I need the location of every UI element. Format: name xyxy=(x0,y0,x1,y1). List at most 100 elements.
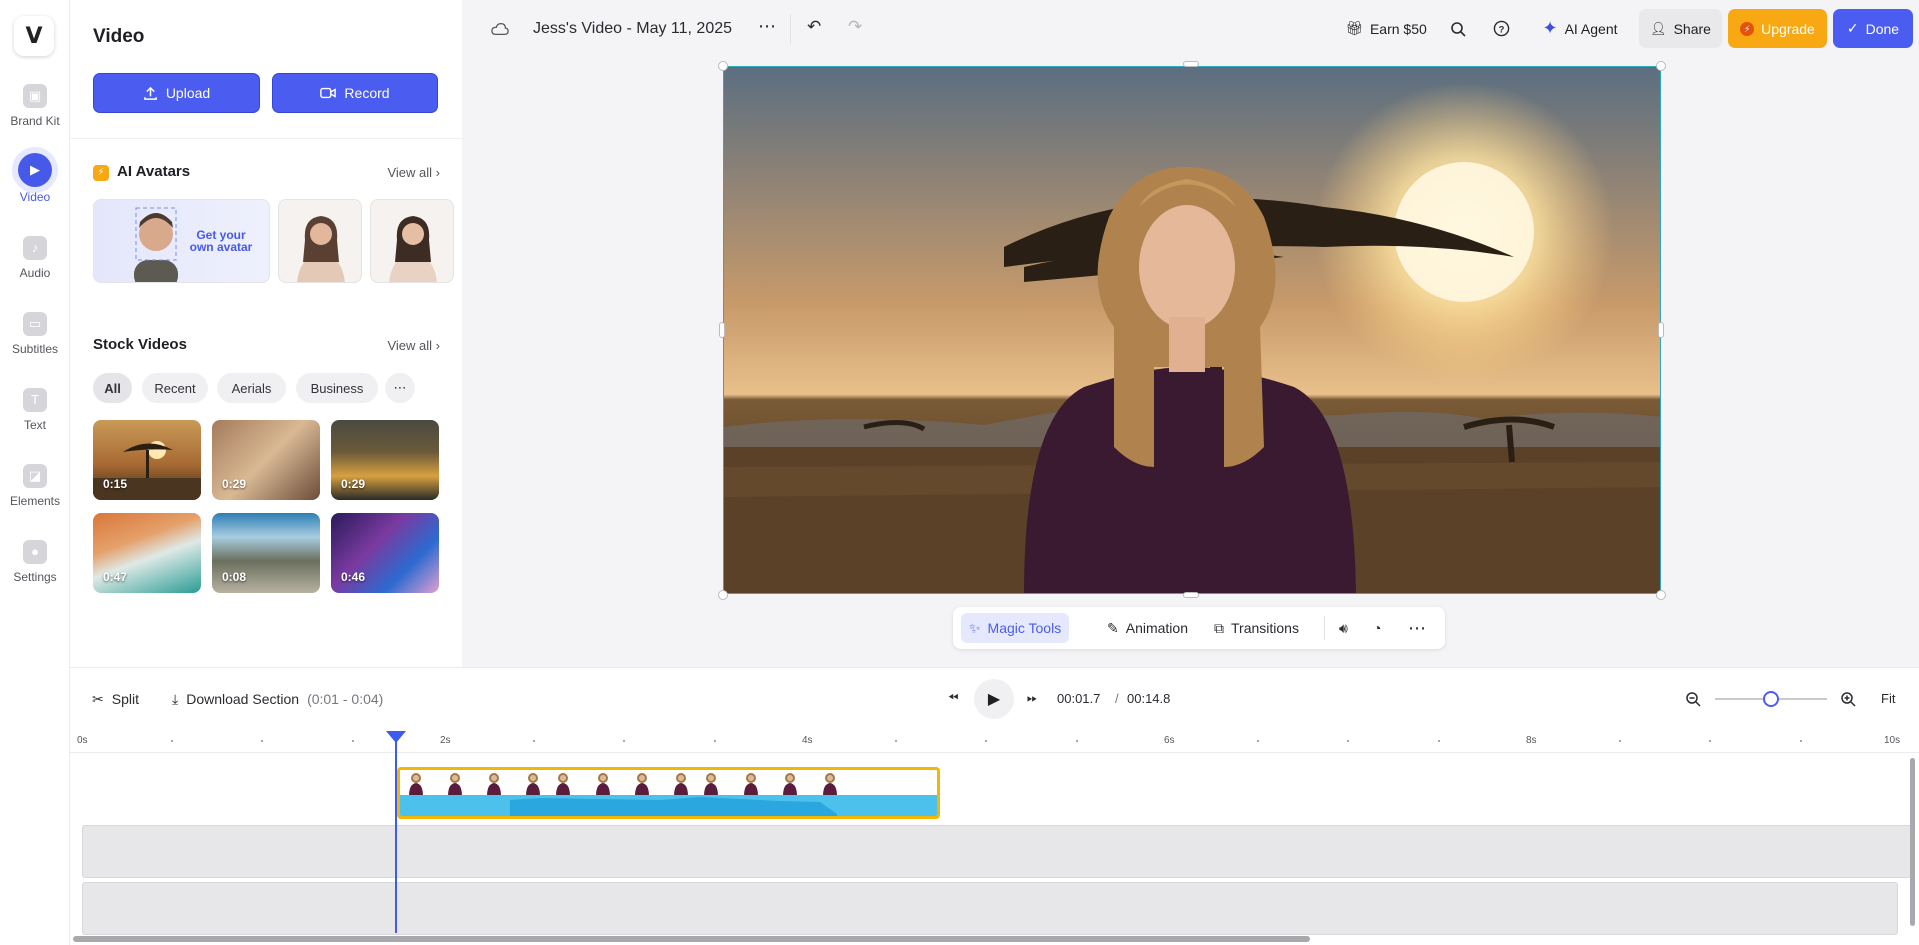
ai-avatars-title: ⚡ AI Avatars xyxy=(93,163,190,181)
magic-tools-button[interactable]: ✨︎ Magic Tools xyxy=(961,613,1070,643)
get-own-avatar-card[interactable]: Get your own avatar xyxy=(93,199,270,283)
sparkle-icon: ✦ xyxy=(1542,18,1558,38)
ruler-label: 0s xyxy=(77,735,88,746)
video-duration: 0:15 xyxy=(103,477,128,491)
divider xyxy=(1324,616,1325,640)
animation-button[interactable]: ✎ Animation xyxy=(1099,613,1196,643)
resize-handle[interactable] xyxy=(1658,322,1664,338)
empty-track[interactable] xyxy=(82,825,1912,878)
ruler-tick xyxy=(713,740,716,742)
filter-chip-all[interactable]: All xyxy=(93,373,132,403)
vertical-scrollbar[interactable] xyxy=(1910,758,1915,926)
avatar-image xyxy=(297,216,345,282)
rail-item-elements[interactable]: ◪ Elements xyxy=(0,464,70,508)
stock-video-thumb[interactable]: 0:46 xyxy=(331,513,439,593)
resize-handle[interactable] xyxy=(1656,61,1666,71)
record-button[interactable]: Record xyxy=(272,73,438,113)
split-label: Split xyxy=(111,691,139,707)
redo-icon[interactable]: ↷ xyxy=(848,17,862,37)
stock-video-thumb[interactable]: 0:15 xyxy=(93,420,201,500)
rail-item-label: Audio xyxy=(19,266,51,280)
ai-avatars-view-all[interactable]: View all › xyxy=(387,165,440,180)
zoom-slider[interactable] xyxy=(1715,691,1827,707)
top-bar: Jess's Video - May 11, 2025 ⋯ ↶ ↷ 🎁︎ Ear… xyxy=(462,0,1919,58)
cloud-saved-icon[interactable] xyxy=(491,22,509,36)
rail-item-audio[interactable]: ♪ Audio xyxy=(0,236,70,280)
volume-icon[interactable]: 🔊︎ xyxy=(1331,613,1356,643)
zoom-out-icon[interactable] xyxy=(1685,691,1701,707)
own-avatar-text: Get your own avatar xyxy=(189,228,253,254)
settings-icon: ● xyxy=(23,540,47,564)
empty-track[interactable] xyxy=(82,882,1898,935)
transitions-button[interactable]: ⧉ Transitions xyxy=(1206,613,1307,643)
fast-forward-icon[interactable]: ⏩︎ xyxy=(1027,690,1037,706)
video-canvas[interactable] xyxy=(723,66,1661,594)
ai-avatars-badge-icon: ⚡ xyxy=(93,165,109,181)
resize-handle[interactable] xyxy=(719,322,725,338)
ruler-tick xyxy=(1709,740,1711,742)
filter-chip-business[interactable]: Business xyxy=(296,373,378,403)
help-icon[interactable]: ? xyxy=(1493,20,1510,37)
ruler-tick xyxy=(1256,740,1259,742)
more-options-icon[interactable]: ⋯ xyxy=(758,16,776,37)
rail-item-label: Video xyxy=(19,190,51,204)
playhead[interactable] xyxy=(395,733,397,933)
subtitles-icon: ▭ xyxy=(23,312,47,336)
rewind-icon[interactable]: ⏪︎ xyxy=(948,690,958,706)
stock-video-thumb[interactable]: 0:08 xyxy=(212,513,320,593)
undo-icon[interactable]: ↶ xyxy=(807,17,821,37)
resize-handle[interactable] xyxy=(718,590,728,600)
speed-icon[interactable]: ◔ xyxy=(1365,613,1389,643)
zoom-slider-thumb[interactable] xyxy=(1763,691,1779,707)
timeline: ✂ Split ⤓ Download Section (0:01 - 0:04)… xyxy=(70,667,1919,945)
rail-item-subtitles[interactable]: ▭ Subtitles xyxy=(0,312,70,356)
ruler-tick xyxy=(1437,740,1440,742)
rail-item-brand-kit[interactable]: ▣ Brand Kit xyxy=(0,84,70,128)
search-icon[interactable] xyxy=(1450,21,1466,37)
avatar-card[interactable] xyxy=(370,199,454,283)
rail-item-text[interactable]: T Text xyxy=(0,388,70,432)
fit-button[interactable]: Fit xyxy=(1881,691,1895,706)
stock-video-thumb[interactable]: 0:47 xyxy=(93,513,201,593)
rail-item-label: Text xyxy=(23,418,46,432)
document-title[interactable]: Jess's Video - May 11, 2025 xyxy=(533,20,732,38)
stock-videos-view-all[interactable]: View all › xyxy=(387,338,440,353)
upload-button[interactable]: Upload xyxy=(93,73,260,113)
resize-handle[interactable] xyxy=(718,61,728,71)
upgrade-button[interactable]: ⚡ Upgrade xyxy=(1728,9,1827,48)
download-section-button[interactable]: ⤓ Download Section (0:01 - 0:04) xyxy=(172,691,383,708)
more-options-icon[interactable]: ⋯ xyxy=(1400,613,1434,643)
ai-agent-label: AI Agent xyxy=(1564,20,1618,37)
more-filters-button[interactable]: ⋯ xyxy=(385,373,415,403)
ai-agent-button[interactable]: ✦ AI Agent xyxy=(1534,9,1626,48)
avatar-card[interactable] xyxy=(278,199,362,283)
split-button[interactable]: ✂ Split xyxy=(92,691,139,708)
resize-handle[interactable] xyxy=(1183,61,1199,67)
current-time: 00:01.7 xyxy=(1057,691,1101,706)
rail-item-video[interactable]: ▶ Video xyxy=(0,153,70,204)
resize-handle[interactable] xyxy=(1183,592,1199,598)
zoom-in-icon[interactable] xyxy=(1840,691,1856,707)
ruler-tick xyxy=(894,740,897,742)
video-frame-image xyxy=(724,67,1660,593)
filter-chip-aerials[interactable]: Aerials xyxy=(217,373,286,403)
animation-icon: ✎ xyxy=(1107,619,1119,636)
play-button[interactable]: ▶ xyxy=(974,679,1014,719)
time-separator: / xyxy=(1115,691,1119,706)
elements-icon: ◪ xyxy=(23,464,47,488)
ruler-tick xyxy=(1347,740,1349,742)
avatar-image xyxy=(389,216,437,282)
earn-button[interactable]: 🎁︎ Earn $50 xyxy=(1342,9,1430,48)
stock-video-thumb[interactable]: 0:29 xyxy=(331,420,439,500)
share-button[interactable]: 👤︎ Share xyxy=(1639,9,1722,48)
video-clip[interactable] xyxy=(397,767,940,819)
filter-chip-recent[interactable]: Recent xyxy=(142,373,208,403)
stock-video-thumb[interactable]: 0:29 xyxy=(212,420,320,500)
done-button[interactable]: ✓ Done xyxy=(1833,9,1913,48)
logo[interactable]: V xyxy=(14,16,54,56)
resize-handle[interactable] xyxy=(1656,590,1666,600)
chevron-right-icon: › xyxy=(435,338,440,353)
rail-item-settings[interactable]: ● Settings xyxy=(0,540,70,584)
horizontal-scrollbar[interactable] xyxy=(73,936,1310,942)
audio-icon: ♪ xyxy=(23,236,47,260)
